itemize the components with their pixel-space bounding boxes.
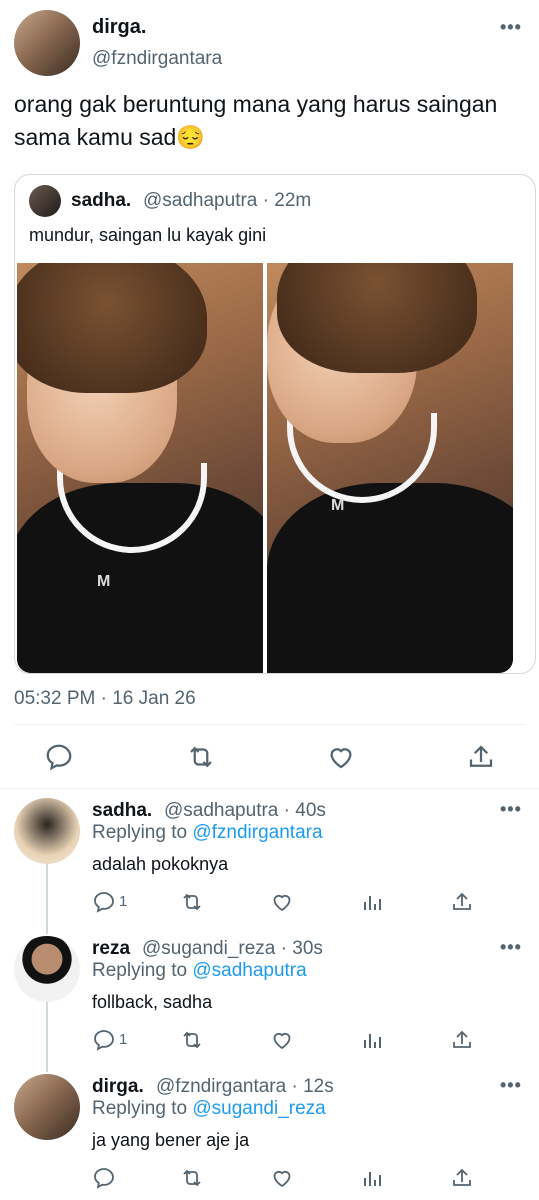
analytics-icon[interactable] xyxy=(360,1166,384,1190)
heart-icon[interactable] xyxy=(270,1028,294,1052)
reply-handle-time[interactable]: @fzndirgantara · 12s xyxy=(156,1076,334,1098)
retweet-icon[interactable] xyxy=(186,742,216,772)
replying-to-link[interactable]: @fzndirgantara xyxy=(192,822,322,843)
share-icon[interactable] xyxy=(450,890,474,914)
reply-avatar[interactable] xyxy=(14,936,80,1002)
reply-count: 1 xyxy=(119,893,128,910)
more-icon[interactable]: ••• xyxy=(500,1076,522,1094)
quoted-tweet-author-name: sadha. xyxy=(71,190,132,211)
shirt-logo: M xyxy=(97,573,111,590)
quoted-photo-right[interactable]: M xyxy=(267,263,513,673)
main-tweet-avatar[interactable] xyxy=(14,10,80,76)
reply-text: adalah pokoknya xyxy=(92,854,229,874)
divider xyxy=(14,724,525,725)
main-tweet-text: orang gak beruntung mana yang harus sain… xyxy=(14,91,498,150)
more-icon[interactable]: ••• xyxy=(500,18,522,36)
heart-icon[interactable] xyxy=(270,1166,294,1190)
retweet-icon[interactable] xyxy=(180,1166,204,1190)
share-icon[interactable] xyxy=(466,742,496,772)
more-icon[interactable]: ••• xyxy=(500,938,522,956)
replying-to-line: Replying to @fzndirgantara xyxy=(92,822,323,844)
share-icon[interactable] xyxy=(450,1166,474,1190)
reply-icon[interactable] xyxy=(92,890,116,914)
replying-prefix: Replying to xyxy=(92,822,188,843)
reply-icon[interactable] xyxy=(92,1028,116,1052)
reply-icon[interactable] xyxy=(44,742,74,772)
thread-line xyxy=(46,864,48,934)
reply-handle-time[interactable]: @sadhaputra · 40s xyxy=(164,800,326,822)
reply-text: ja yang bener aje ja xyxy=(92,1130,250,1150)
reply-author-name[interactable]: dirga. xyxy=(92,1076,144,1098)
reply-avatar[interactable] xyxy=(14,1074,80,1140)
heart-icon[interactable] xyxy=(326,742,356,772)
reply-text: follback, sadha xyxy=(92,992,213,1012)
quoted-tweet-text: mundur, saingan lu kayak gini xyxy=(29,225,267,245)
divider xyxy=(0,788,539,789)
reply-avatar[interactable] xyxy=(14,798,80,864)
share-icon[interactable] xyxy=(450,1028,474,1052)
replying-prefix: Replying to xyxy=(92,1098,188,1119)
reply-handle-time[interactable]: @sugandi_reza · 30s xyxy=(142,938,323,960)
quoted-photo-left[interactable]: M xyxy=(17,263,263,673)
replying-to-line: Replying to @sadhaputra xyxy=(92,960,307,982)
reply-icon[interactable] xyxy=(92,1166,116,1190)
reply-author-name[interactable]: sadha. xyxy=(92,800,152,822)
quoted-tweet-card[interactable]: sadha. @sadhaputra · 22m mundur, saingan… xyxy=(14,174,536,674)
analytics-icon[interactable] xyxy=(360,1028,384,1052)
more-icon[interactable]: ••• xyxy=(500,800,522,818)
replying-to-link[interactable]: @sadhaputra xyxy=(192,960,306,981)
reply-author-name[interactable]: reza xyxy=(92,938,130,960)
main-tweet-author-name[interactable]: dirga. xyxy=(92,16,146,39)
retweet-icon[interactable] xyxy=(180,890,204,914)
analytics-icon[interactable] xyxy=(360,890,384,914)
shirt-logo: M xyxy=(331,497,345,514)
heart-icon[interactable] xyxy=(270,890,294,914)
main-tweet-author-handle[interactable]: @fzndirgantara xyxy=(92,48,222,70)
replying-prefix: Replying to xyxy=(92,960,188,981)
retweet-icon[interactable] xyxy=(180,1028,204,1052)
tweet-timestamp[interactable]: 05:32 PM · 16 Jan 26 xyxy=(14,688,196,710)
thread-line xyxy=(46,1002,48,1072)
quoted-tweet-handle-time: @sadhaputra · 22m xyxy=(143,190,312,211)
quoted-tweet-avatar xyxy=(29,185,61,217)
replying-to-line: Replying to @sugandi_reza xyxy=(92,1098,326,1120)
replying-to-link[interactable]: @sugandi_reza xyxy=(192,1098,325,1119)
reply-count: 1 xyxy=(119,1031,128,1048)
